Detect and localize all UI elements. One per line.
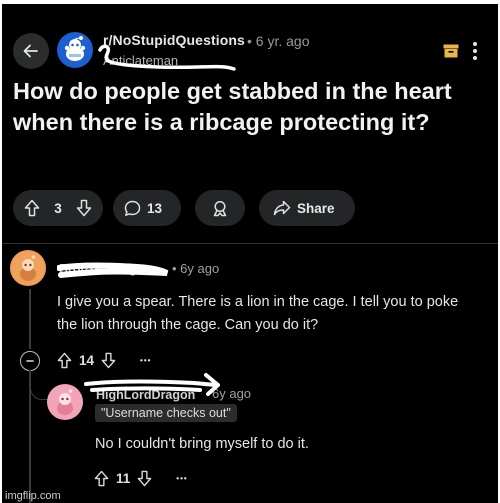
user-flair: "Username checks out" <box>95 404 237 422</box>
reddit-post-screen: r/NoStupidQuestions • 6 yr. ago Anticlat… <box>2 4 498 503</box>
share-label: Share <box>297 200 335 216</box>
comment-count: 13 <box>147 200 163 216</box>
back-arrow-icon <box>23 44 38 58</box>
username-redaction-scribble <box>84 373 220 396</box>
username-redaction-scribble <box>98 44 236 71</box>
snoo-icon <box>64 36 86 61</box>
comment-body: I give you a spear. There is a lion in t… <box>57 294 459 333</box>
reply-vote-count: 11 <box>116 471 131 486</box>
collapse-thread-button[interactable] <box>20 351 40 371</box>
share-arrow-icon <box>273 200 291 216</box>
post-title[interactable]: How do people get stabbed in the heart w… <box>13 76 483 138</box>
comment-actions: 14 ••• <box>57 352 151 369</box>
back-button[interactable] <box>13 33 49 69</box>
award-icon <box>213 200 227 216</box>
comment-avatar[interactable] <box>10 250 46 286</box>
reply-more-button[interactable]: ••• <box>176 474 187 483</box>
downvote-arrow-icon[interactable] <box>76 199 92 217</box>
post-vote-count: 3 <box>54 200 62 216</box>
reply-avatar[interactable] <box>47 384 83 420</box>
comment-age: • 6y ago <box>172 261 220 276</box>
upvote-arrow-icon[interactable] <box>24 199 40 217</box>
speech-bubble-icon <box>124 200 141 216</box>
imgflip-watermark: imgflip.com <box>5 490 61 502</box>
mod-archive-icon[interactable] <box>443 44 459 58</box>
section-divider <box>2 243 498 244</box>
screenshot-frame: r/NoStupidQuestions • 6 yr. ago Anticlat… <box>0 0 500 503</box>
more-options-icon[interactable] <box>472 40 478 62</box>
downvote-arrow-icon[interactable] <box>101 352 116 369</box>
award-button[interactable] <box>195 190 245 226</box>
reply-actions: 11 ••• <box>94 470 188 487</box>
comment-vote-count: 14 <box>79 353 95 368</box>
comment-more-button[interactable]: ••• <box>140 356 151 365</box>
downvote-arrow-icon[interactable] <box>137 470 152 487</box>
reply-body: No I couldn't bring myself to do it. <box>95 436 309 452</box>
collapse-minus-icon <box>26 360 34 362</box>
post-vote-bar: 3 <box>13 190 103 226</box>
upvote-arrow-icon[interactable] <box>94 470 109 487</box>
post-age: • 6 yr. ago <box>247 33 310 49</box>
comments-button[interactable]: 13 <box>113 190 181 226</box>
subreddit-avatar[interactable] <box>57 32 93 68</box>
thread-line <box>29 289 31 349</box>
upvote-arrow-icon[interactable] <box>57 352 72 369</box>
share-button[interactable]: Share <box>259 190 355 226</box>
snoo-avatar-icon <box>57 389 73 415</box>
username-redaction-scribble <box>57 262 169 278</box>
snoo-avatar-icon <box>20 255 36 281</box>
